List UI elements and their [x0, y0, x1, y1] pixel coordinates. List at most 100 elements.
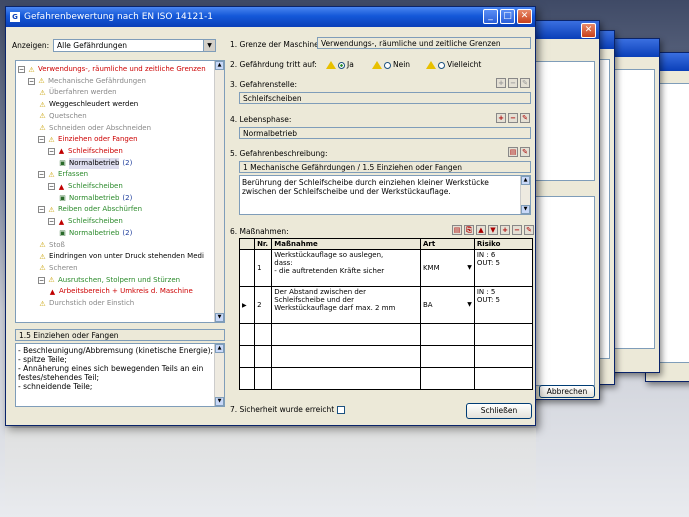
maximize-button[interactable]: □	[500, 9, 515, 24]
hazard-tree[interactable]: − ⚠ Verwendungs-, räumliche und zeitliche …	[15, 60, 225, 323]
close-dialog-button[interactable]: Schließen	[466, 403, 532, 419]
row-marker[interactable]	[238, 249, 256, 287]
tree-item[interactable]: − ⚠ Ausrutschen, Stolpern und Stürzen	[38, 275, 180, 286]
edit-icon[interactable]: ✎	[520, 78, 530, 88]
tree-item[interactable]: ▲ Arbeitsbereich + Umkreis d. Maschine	[48, 286, 193, 297]
measure-line: Werkstückauflage so auslegen,	[274, 251, 384, 259]
life-phase-icon: ▣	[59, 229, 66, 238]
radio-nein[interactable]: Nein	[372, 60, 410, 69]
current-row-marker-icon[interactable]: ▶	[238, 286, 256, 324]
tree-expander-icon[interactable]: −	[18, 66, 25, 73]
type-cell[interactable]: KMM ▼	[419, 249, 475, 287]
tree-item[interactable]: ⚠ Durchstich oder Einstich	[38, 298, 134, 309]
edit-icon[interactable]: ✎	[520, 147, 530, 157]
tree-item[interactable]: ⚠ Stoß	[38, 240, 65, 251]
table-row[interactable]	[238, 323, 534, 346]
tree-item[interactable]: ▣ Normalbetrieb (2)	[58, 157, 132, 169]
tree-item[interactable]: − ⚠ Erfassen	[38, 169, 88, 180]
chevron-down-icon[interactable]: ▼	[467, 264, 472, 271]
tree-item-label: Ausrutschen, Stolpern und Stürzen	[58, 275, 181, 284]
type-cell[interactable]: BA ▼	[419, 286, 475, 324]
close-button[interactable]: ✕	[517, 9, 532, 24]
tree-item[interactable]: ⚠ Schneiden oder Abschneiden	[38, 123, 151, 134]
background-close-icon[interactable]: ✕	[581, 23, 596, 38]
warning-icon: ⚠	[39, 241, 46, 249]
tree-item[interactable]: ⚠ Eindringen von unter Druck stehenden Me…	[38, 251, 204, 262]
col-measure: Maßnahme	[271, 238, 421, 250]
filter-label: Anzeigen:	[12, 41, 50, 50]
safety-reached-checkbox[interactable]	[336, 406, 345, 414]
risk-cell[interactable]: IN : 6 OUT: 5	[473, 249, 534, 287]
radio-vielleicht[interactable]: Vielleicht	[426, 60, 481, 69]
description-scrollbar[interactable]: ▲ ▼	[214, 344, 224, 406]
tree-item[interactable]: ⚠ Quetschen	[38, 111, 86, 122]
tree-item[interactable]: − ⚠ Reiben oder Abschürfen	[38, 204, 142, 215]
tree-item[interactable]: − ⚠ Einziehen oder Fangen	[38, 134, 138, 145]
tree-expander-icon[interactable]: −	[48, 183, 55, 190]
move-down-icon[interactable]: ▼	[488, 225, 498, 235]
measure-cell[interactable]: Der Abstand zwischen der Schleifscheibe …	[271, 286, 421, 324]
life-phase-field[interactable]: Normalbetrieb	[239, 127, 531, 139]
filter-select[interactable]: Alle Gefährdungen ▼	[53, 39, 216, 52]
radio-ja[interactable]: Ja	[326, 60, 354, 69]
copy-icon[interactable]: ⎘	[464, 225, 474, 235]
tree-expander-icon[interactable]: −	[38, 276, 45, 284]
tree-item[interactable]: − ▲ Schleifscheiben	[48, 181, 123, 192]
tree-expander-icon[interactable]: −	[28, 77, 35, 85]
tree-item[interactable]: ⚠ Scheren	[38, 263, 78, 274]
tree-item[interactable]: ▣ Normalbetrieb (2)	[58, 193, 132, 204]
warning-icon: ⚠	[48, 135, 55, 144]
tree-item[interactable]: ▣ Normalbetrieb (2)	[58, 228, 132, 239]
chevron-down-icon[interactable]: ▼	[203, 40, 215, 51]
tree-item-label: Mechanische Gefährdungen	[48, 76, 146, 85]
add-icon[interactable]: +	[496, 78, 506, 88]
life-phase-icon: ▣	[59, 194, 66, 203]
minimize-button[interactable]: _	[483, 9, 498, 24]
edit-icon[interactable]: ✎	[520, 113, 530, 123]
table-row[interactable]: 1 Werkstückauflage so auslegen, dass: - …	[238, 249, 534, 287]
catalog-icon[interactable]: ▤	[452, 225, 462, 235]
tree-item[interactable]: − ▲ Schleifscheiben	[48, 146, 123, 157]
tree-expander-icon[interactable]: −	[48, 218, 55, 226]
tree-item-label: Stoß	[49, 240, 65, 249]
type-value: BA	[422, 301, 433, 309]
window-reflection	[5, 428, 536, 517]
tree-scrollbar[interactable]: ▲ ▼	[214, 61, 224, 322]
risk-in: IN : 5	[476, 288, 496, 296]
edit-icon[interactable]: ✎	[524, 225, 534, 235]
tree-expander-icon[interactable]: −	[38, 136, 45, 144]
tree-item[interactable]: − ⚠ Mechanische Gefährdungen	[28, 76, 146, 87]
chevron-down-icon[interactable]: ▼	[467, 301, 472, 308]
add-icon[interactable]: +	[496, 113, 506, 123]
tree-item[interactable]: ⚠ Weggeschleudert werden	[38, 99, 138, 110]
background-cancel-button[interactable]: Abbrechen	[539, 385, 595, 398]
table-row[interactable]: ▶ 2 Der Abstand zwischen der Schleifsche…	[238, 286, 534, 324]
textarea-scrollbar[interactable]: ▲ ▼	[520, 176, 530, 214]
warning-icon: ⚠	[39, 264, 46, 273]
risk-cell[interactable]: IN : 5 OUT: 5	[473, 286, 534, 324]
move-up-icon[interactable]: ▲	[476, 225, 486, 235]
remove-icon[interactable]: −	[508, 78, 518, 88]
tree-item[interactable]: − ▲ Schleifscheiben	[48, 216, 123, 227]
table-row[interactable]	[238, 345, 534, 368]
col-nr: Nr.	[254, 238, 273, 250]
tree-expander-icon[interactable]: −	[48, 147, 55, 155]
measure-cell[interactable]: Werkstückauflage so auslegen, dass: - di…	[271, 249, 421, 287]
table-row[interactable]	[238, 367, 534, 390]
description-textarea[interactable]: Berührung der Schleifscheibe durch einzi…	[239, 175, 531, 215]
catalog-icon[interactable]: ▤	[508, 147, 518, 157]
tree-item[interactable]: − ⚠ Verwendungs-, räumliche und zeitliche …	[18, 64, 206, 75]
limit-field[interactable]: Verwendungs-, räumliche und zeitliche Gr…	[317, 37, 531, 49]
add-icon[interactable]: +	[500, 225, 510, 235]
tree-expander-icon[interactable]: −	[38, 171, 45, 179]
hazard-point-field[interactable]: Schleifscheiben	[239, 92, 531, 104]
remove-icon[interactable]: −	[512, 225, 522, 235]
tree-expander-icon[interactable]: −	[38, 206, 45, 214]
tree-item[interactable]: ⚠ Überfahren werden	[38, 87, 116, 98]
warning-icon	[326, 61, 336, 69]
tree-item-label: Scheren	[49, 263, 78, 272]
remove-icon[interactable]: −	[508, 113, 518, 123]
safety-reached[interactable]: 7. Sicherheit wurde erreicht	[230, 405, 345, 414]
warning-icon: ⚠	[48, 205, 55, 214]
description-text-line: Berührung der Schleifscheibe durch einzi…	[242, 178, 489, 187]
